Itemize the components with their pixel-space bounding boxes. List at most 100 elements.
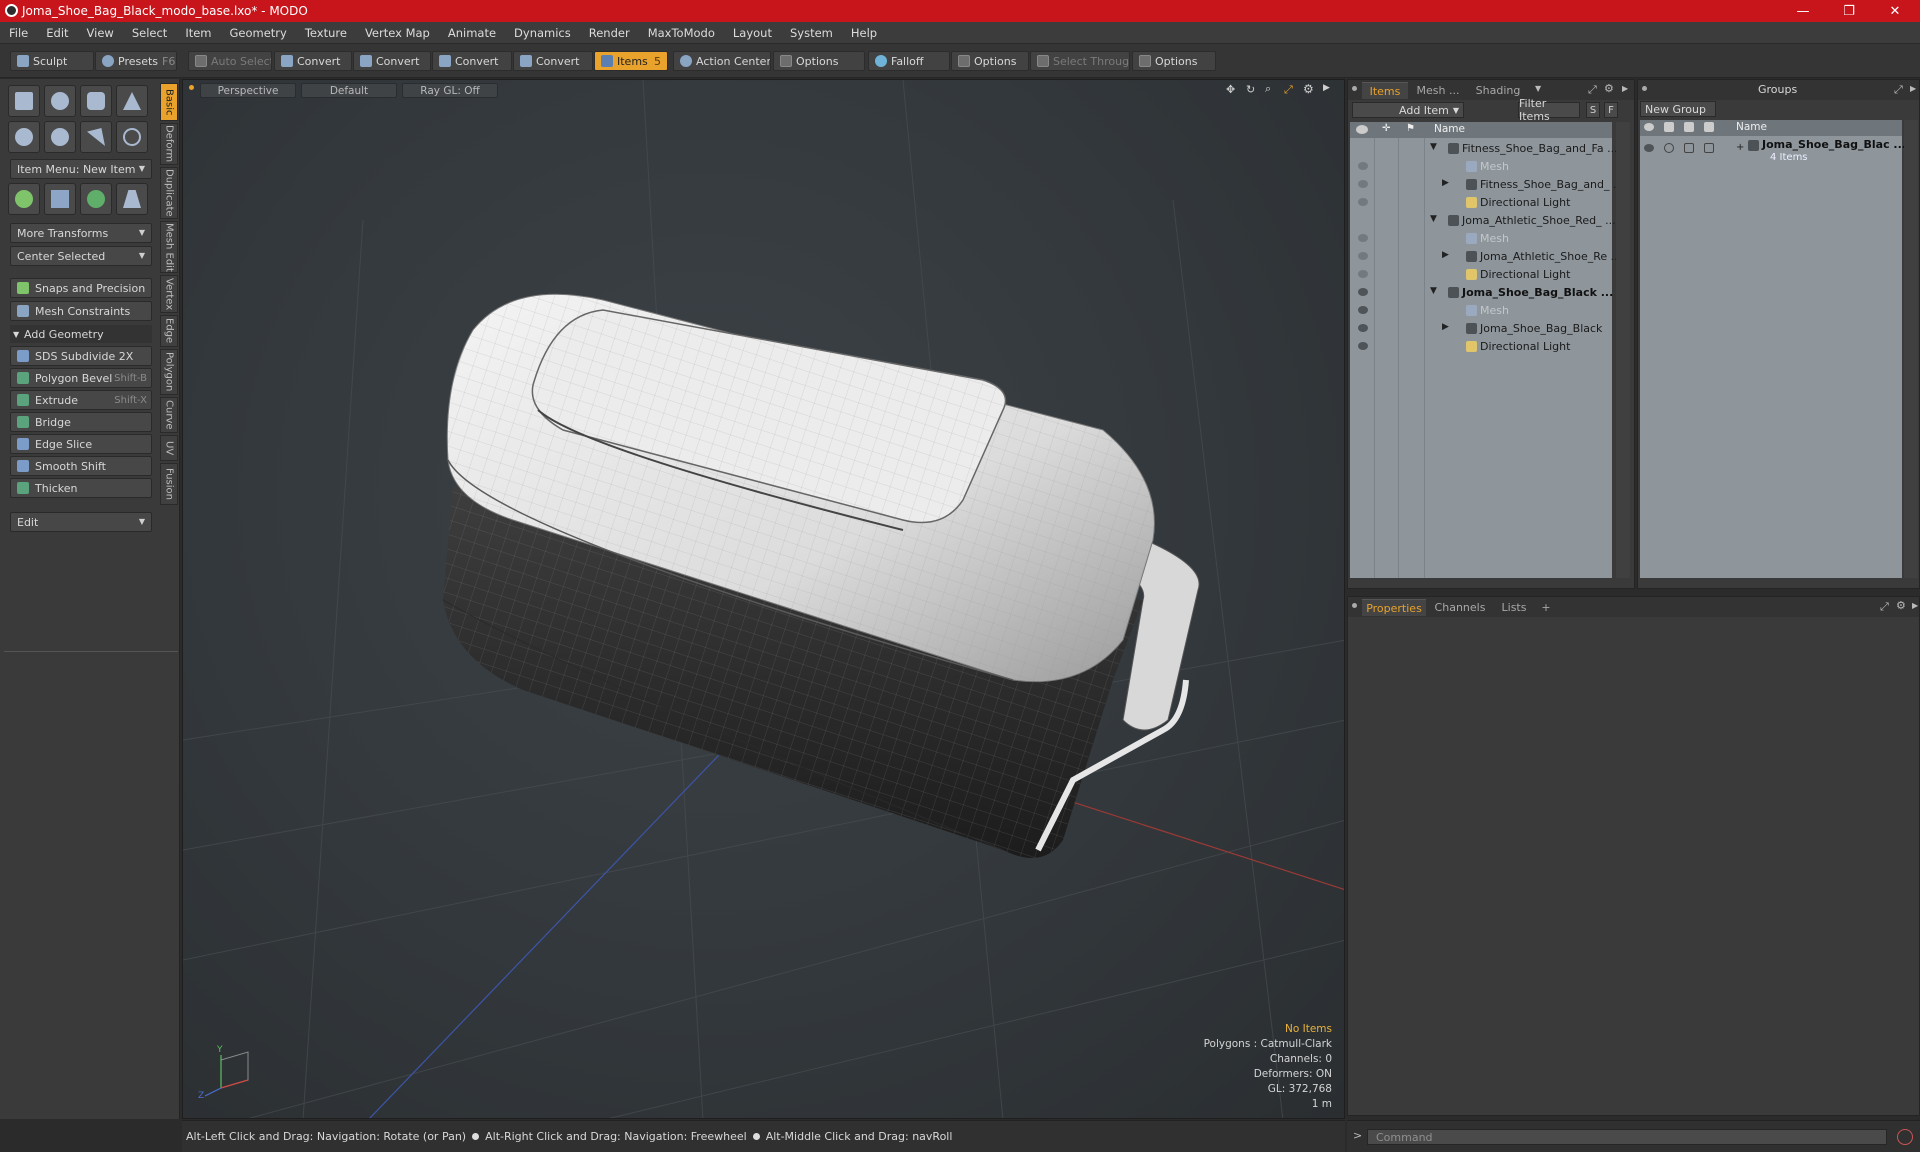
tab-polygon[interactable]: Polygon <box>160 349 178 395</box>
new-group-button[interactable]: New Group <box>1640 101 1716 117</box>
torus-tool-button[interactable] <box>8 121 40 153</box>
extrude-button[interactable]: Extrude Shift-X <box>10 390 152 410</box>
render-column-icon[interactable] <box>1664 122 1674 132</box>
visibility-eye-icon[interactable] <box>1358 288 1368 296</box>
auto-select-button[interactable]: Auto Select <box>188 51 272 71</box>
menu-geometry[interactable]: Geometry <box>221 26 296 40</box>
tree-row-fitness-group[interactable]: ▶ Fitness_Shoe_Bag_and_ ... <box>1350 176 1624 194</box>
smooth-shift-button[interactable]: Smooth Shift <box>10 456 152 476</box>
3d-viewport[interactable]: Perspective Default Ray GL: Off ✥ ↻ ⌕ ⤢ … <box>182 79 1345 1119</box>
tree-row-mesh[interactable]: Mesh <box>1350 302 1612 320</box>
menu-animate[interactable]: Animate <box>439 26 505 40</box>
cylinder-tool-button[interactable] <box>80 85 112 117</box>
tree-row-light[interactable]: Directional Light <box>1350 194 1612 212</box>
minimize-button[interactable]: — <box>1780 0 1826 22</box>
group-row[interactable]: + Joma_Shoe_Bag_Blac ... 4 Items <box>1640 138 1906 170</box>
edit-dropdown[interactable]: Edit ▼ <box>10 512 152 532</box>
visibility-column-icon[interactable] <box>1356 125 1368 134</box>
convert-button-2[interactable]: Convert <box>353 51 431 71</box>
menu-maxtomodo[interactable]: MaxToModo <box>639 26 724 40</box>
panel-arrow-icon[interactable]: ▶ <box>1912 601 1918 610</box>
tab-uv[interactable]: UV <box>160 435 178 461</box>
panel-arrow-icon[interactable]: ▶ <box>1910 84 1916 93</box>
tree-row-light[interactable]: Directional Light <box>1350 338 1612 356</box>
presets-button[interactable]: Presets F6 <box>95 51 177 71</box>
menu-dynamics[interactable]: Dynamics <box>505 26 580 40</box>
menu-system[interactable]: System <box>781 26 842 40</box>
tab-mesh-edit[interactable]: Mesh Edit <box>160 221 178 273</box>
visibility-eye-icon[interactable] <box>1358 306 1368 314</box>
menu-help[interactable]: Help <box>842 26 886 40</box>
tree-row-mesh[interactable]: Mesh <box>1350 230 1612 248</box>
text-tool-button[interactable] <box>116 121 148 153</box>
select-toggle-icon[interactable] <box>1704 143 1714 153</box>
expand-panel-icon[interactable]: ⤢ <box>1880 600 1889 614</box>
visibility-eye-icon[interactable] <box>1358 162 1368 170</box>
tab-edge[interactable]: Edge <box>160 315 178 347</box>
panel-settings-icon[interactable]: ⚙ <box>1604 82 1614 95</box>
render-toggle-icon[interactable] <box>1664 143 1674 153</box>
render-column-icon[interactable]: ⚑ <box>1406 123 1415 134</box>
tab-channels[interactable]: Channels <box>1430 599 1490 616</box>
polygon-bevel-button[interactable]: Polygon Bevel Shift-B <box>10 368 152 388</box>
visibility-eye-icon[interactable] <box>1358 198 1368 206</box>
lock-column-icon[interactable] <box>1684 122 1694 132</box>
command-history-icon[interactable] <box>1897 1129 1913 1145</box>
select-through-button[interactable]: Select Through <box>1030 51 1130 71</box>
convert-button-3[interactable]: Convert <box>432 51 512 71</box>
mesh-constraints-button[interactable]: Mesh Constraints <box>10 301 152 321</box>
tree-row-light[interactable]: Directional Light <box>1350 266 1612 284</box>
bridge-button[interactable]: Bridge <box>10 412 152 432</box>
name-column-header[interactable]: Name <box>1434 123 1465 135</box>
menu-vertex-map[interactable]: Vertex Map <box>356 26 439 40</box>
plane-tool-button[interactable] <box>116 183 148 215</box>
lock-column-icon[interactable]: ✛ <box>1382 123 1390 134</box>
transform-tool-button[interactable] <box>8 183 40 215</box>
visibility-eye-icon[interactable] <box>1358 234 1368 242</box>
center-selected-dropdown[interactable]: Center Selected ▼ <box>10 246 152 266</box>
convert-button-1[interactable]: Convert <box>274 51 352 71</box>
tab-fusion[interactable]: Fusion <box>160 463 178 505</box>
filter-f-button[interactable]: F <box>1604 102 1618 118</box>
expand-panel-icon[interactable]: ⤢ <box>1588 83 1597 97</box>
tree-row-joma-bag-group[interactable]: ▶ Joma_Shoe_Bag_Black <box>1350 320 1612 338</box>
tab-lists[interactable]: Lists <box>1494 599 1534 616</box>
expand-panel-icon[interactable]: ⤢ <box>1894 83 1903 97</box>
expand-arrow-icon[interactable]: ▶ <box>1442 250 1449 260</box>
menu-layout[interactable]: Layout <box>724 26 781 40</box>
visibility-column-icon[interactable] <box>1644 123 1654 131</box>
tab-duplicate[interactable]: Duplicate <box>160 167 178 219</box>
add-tab-button[interactable]: + <box>1538 599 1554 616</box>
pen-tool-button[interactable] <box>44 121 76 153</box>
tab-mesh[interactable]: Mesh ... <box>1410 82 1466 99</box>
menu-render[interactable]: Render <box>580 26 639 40</box>
cube-tool-button[interactable] <box>8 85 40 117</box>
tab-basic[interactable]: Basic <box>160 83 178 121</box>
visibility-eye-icon[interactable] <box>1358 342 1368 350</box>
items-mode-button[interactable]: Items 5 <box>594 51 668 71</box>
select-through-options-button[interactable]: Options <box>1132 51 1216 71</box>
menu-item[interactable]: Item <box>176 26 220 40</box>
expand-arrow-icon[interactable]: ▶ <box>1442 322 1449 332</box>
select-column-icon[interactable] <box>1704 122 1714 132</box>
action-center-button[interactable]: Action Center <box>673 51 771 71</box>
tree-row-joma-bag-scene[interactable]: ▼ Joma_Shoe_Bag_Black ... <box>1350 284 1613 302</box>
name-column-header[interactable]: Name <box>1736 121 1767 133</box>
tab-deform[interactable]: Deform <box>160 123 178 165</box>
convert-button-4[interactable]: Convert <box>513 51 593 71</box>
grid-tool-button[interactable] <box>44 183 76 215</box>
chevron-down-icon[interactable]: ▼ <box>1535 84 1541 93</box>
sphere-tool-button[interactable] <box>44 85 76 117</box>
filter-items-button[interactable]: Filter Items <box>1518 97 1580 123</box>
tree-row-athletic-scene[interactable]: ▼ Joma_Athletic_Shoe_Red_ ... <box>1350 212 1616 230</box>
tab-properties[interactable]: Properties <box>1362 599 1426 616</box>
falloff-options-button[interactable]: Options <box>951 51 1029 71</box>
menu-edit[interactable]: Edit <box>37 26 77 40</box>
visibility-eye-icon[interactable] <box>1644 144 1654 152</box>
maximize-button[interactable]: ❐ <box>1826 0 1872 22</box>
more-transforms-dropdown[interactable]: More Transforms ▼ <box>10 223 152 243</box>
collapse-arrow-icon[interactable]: ▼ <box>1430 142 1437 152</box>
groups-scrollbar[interactable] <box>1904 120 1918 578</box>
edge-slice-button[interactable]: Edge Slice <box>10 434 152 454</box>
tab-vertex[interactable]: Vertex <box>160 275 178 313</box>
